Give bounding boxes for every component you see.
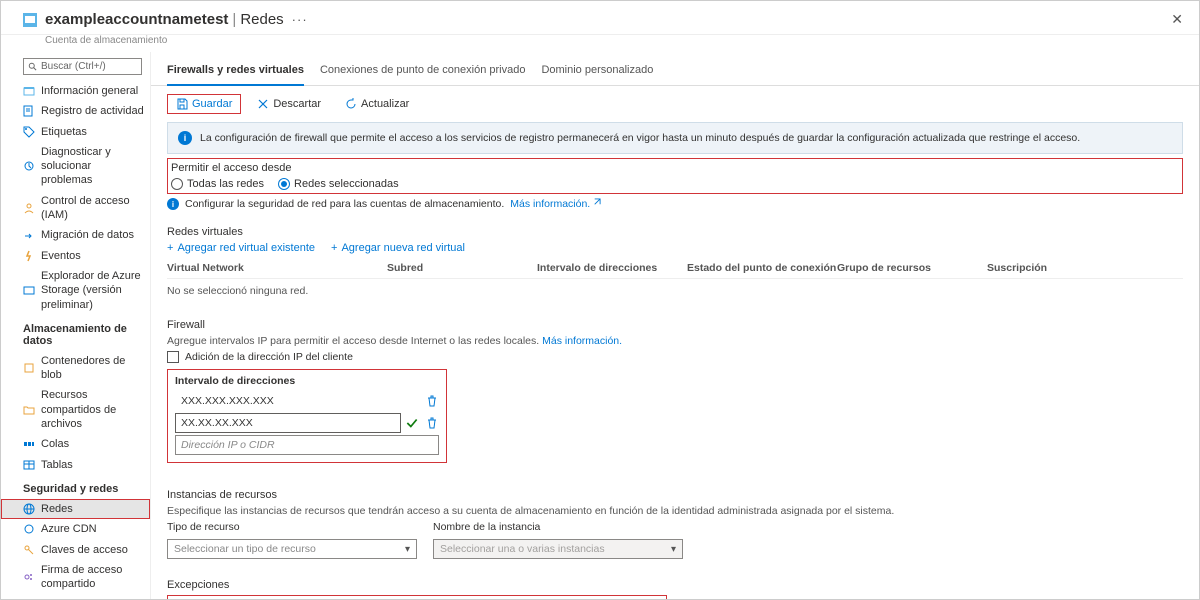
instances-col2: Nombre de la instancia	[433, 521, 683, 533]
access-title: Permitir el acceso desde	[171, 162, 1179, 174]
nav-iam[interactable]: Control de acceso (IAM)	[1, 191, 150, 226]
nav-containers[interactable]: Contenedores de blob	[1, 351, 150, 386]
col-vnet: Virtual Network	[167, 262, 387, 274]
add-existing-vnet[interactable]: Agregar red virtual existente	[167, 242, 315, 254]
vnet-table: Virtual Network Subred Intervalo de dire…	[167, 258, 1183, 299]
exceptions-title: Excepciones	[167, 579, 1183, 591]
col-subnet: Subred	[387, 262, 537, 274]
nav-tags[interactable]: Etiquetas	[1, 122, 150, 142]
access-from-section: Permitir el acceso desde Todas las redes…	[167, 158, 1183, 194]
col-endpoint: Estado del punto de conexión	[687, 262, 837, 274]
tab-private-endpoints[interactable]: Conexiones de punto de conexión privado	[320, 60, 525, 85]
storage-icon	[23, 13, 37, 27]
nav-explorer[interactable]: Explorador de Azure Storage (versión pre…	[1, 266, 150, 315]
info-banner: i La configuración de firewall que permi…	[167, 122, 1183, 154]
refresh-button[interactable]: Actualizar	[337, 95, 417, 113]
instances-title: Instancias de recursos	[167, 489, 1183, 501]
firewall-desc: Agregue intervalos IP para permitir el a…	[167, 335, 1183, 347]
close-icon[interactable]: ✕	[1167, 7, 1187, 32]
nav-migration[interactable]: Migración de datos	[1, 225, 150, 245]
delete-icon[interactable]	[425, 394, 439, 408]
vnet-title: Redes virtuales	[167, 226, 1183, 238]
refresh-icon	[345, 98, 357, 110]
save-button[interactable]: Guardar	[167, 94, 241, 114]
more-icon[interactable]: ···	[292, 12, 308, 27]
tab-firewalls[interactable]: Firewalls y redes virtuales	[167, 60, 304, 86]
nav-keys[interactable]: Claves de acceso	[1, 540, 150, 560]
instances-desc: Especifique las instancias de recursos q…	[167, 505, 1183, 517]
nav-networking[interactable]: Redes	[1, 499, 150, 519]
ip-range-title: Intervalo de direcciones	[175, 375, 439, 387]
nav-activity[interactable]: Registro de actividad	[1, 101, 150, 121]
discard-button[interactable]: Descartar	[249, 95, 329, 113]
check-icon	[405, 416, 419, 430]
nav-events[interactable]: Eventos	[1, 246, 150, 266]
instances-col1: Tipo de recurso	[167, 521, 417, 533]
instance-name-select: Seleccionar una o varias instancias▾	[433, 539, 683, 559]
nav-diagnose[interactable]: Diagnosticar y solucionar problemas	[1, 142, 150, 191]
tabs: Firewalls y redes virtuales Conexiones d…	[151, 52, 1199, 86]
firewall-more-link[interactable]: Más información.	[542, 335, 622, 347]
nav-encryption[interactable]: Cifrado	[1, 594, 150, 599]
add-new-vnet[interactable]: Agregar nueva red virtual	[331, 242, 465, 254]
radio-all-networks[interactable]: Todas las redes	[171, 178, 264, 190]
col-rg: Grupo de recursos	[837, 262, 987, 274]
col-sub: Suscripción	[987, 262, 1183, 274]
nav-fileshares[interactable]: Recursos compartidos de archivos	[1, 385, 150, 434]
nav-overview[interactable]: Información general	[1, 81, 150, 101]
nav-sas[interactable]: Firma de acceso compartido	[1, 560, 150, 595]
save-icon	[176, 98, 188, 110]
discard-icon	[257, 98, 269, 110]
search-input[interactable]: Buscar (Ctrl+/)	[23, 58, 142, 75]
tab-custom-domain[interactable]: Dominio personalizado	[541, 60, 653, 85]
vnet-empty: No se seleccionó ninguna red.	[167, 279, 1183, 299]
sidebar: Buscar (Ctrl+/) Información general Regi…	[1, 52, 151, 599]
page-subtitle: Cuenta de almacenamiento	[1, 35, 1199, 52]
net-security-link[interactable]: Más información.	[510, 198, 601, 210]
toolbar: Guardar Descartar Actualizar	[151, 86, 1199, 122]
nav-tables[interactable]: Tablas	[1, 455, 150, 475]
chevron-down-icon: ▾	[671, 544, 676, 555]
ip-row-new[interactable]: Dirección IP o CIDR	[175, 435, 439, 455]
delete-icon[interactable]	[425, 416, 439, 430]
ip-row-2[interactable]: XX.XX.XX.XXX	[175, 413, 401, 433]
nav-section-storage: Almacenamiento de datos	[1, 315, 150, 351]
firewall-title: Firewall	[167, 319, 1183, 331]
nav-section-security: Seguridad y redes	[1, 475, 150, 499]
info-icon: i	[178, 131, 192, 145]
ip-range-block: Intervalo de direcciones XXX.XXX.XXX.XXX…	[167, 369, 447, 463]
client-ip-checkbox[interactable]: Adición de la dirección IP del cliente	[167, 351, 1183, 363]
ip-row-1[interactable]: XXX.XXX.XXX.XXX	[175, 391, 421, 411]
net-security-text: Configurar la seguridad de red para las …	[185, 198, 504, 210]
chevron-down-icon: ▾	[405, 544, 410, 555]
resource-type-select[interactable]: Seleccionar un tipo de recurso▾	[167, 539, 417, 559]
nav-queues[interactable]: Colas	[1, 434, 150, 454]
nav-cdn[interactable]: Azure CDN	[1, 519, 150, 539]
col-range: Intervalo de direcciones	[537, 262, 687, 274]
page-title: exampleaccountnametest|Redes	[45, 11, 284, 28]
info-icon: i	[167, 198, 179, 210]
radio-selected-networks[interactable]: Redes seleccionadas	[278, 178, 399, 190]
